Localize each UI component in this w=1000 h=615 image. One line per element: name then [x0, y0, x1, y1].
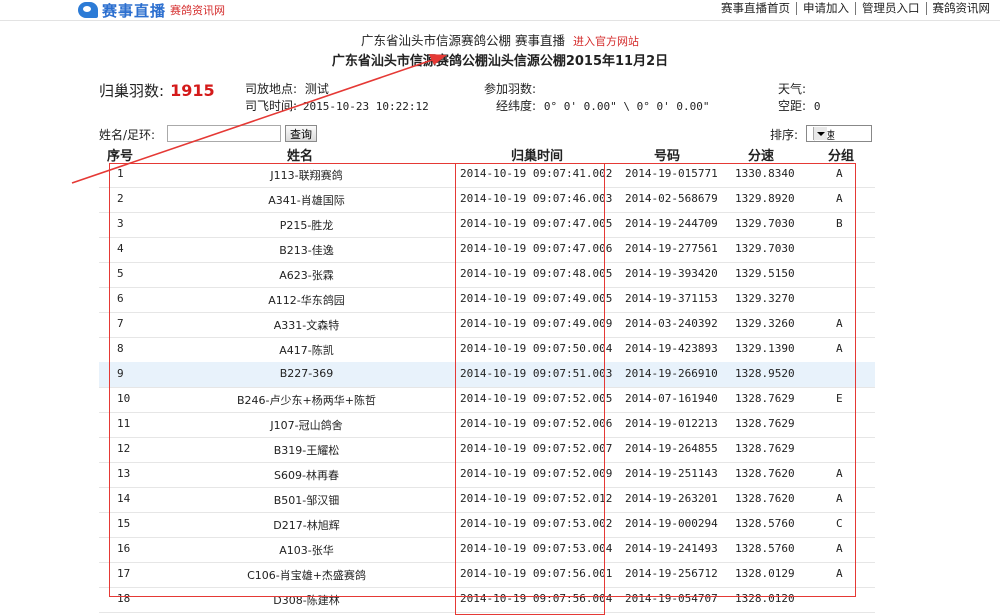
annotation-arrow	[71, 54, 447, 184]
arrow-head	[429, 54, 447, 65]
arrow-line	[71, 58, 436, 184]
